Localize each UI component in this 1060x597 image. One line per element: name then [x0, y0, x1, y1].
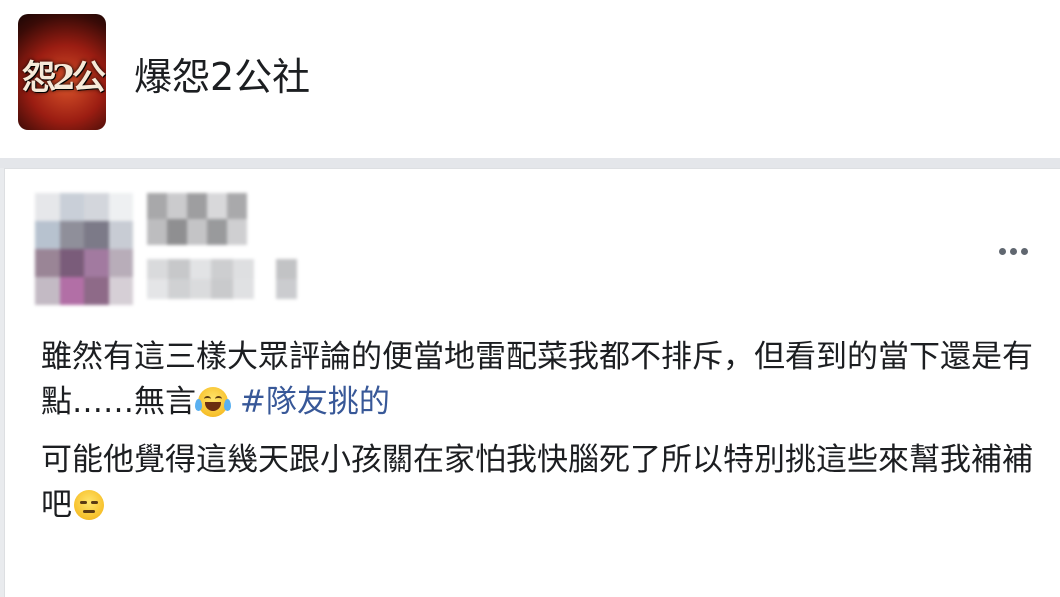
- more-horizontal-icon: [998, 247, 1006, 255]
- author-avatar-pixelated[interactable]: [35, 193, 133, 305]
- post-body: 雖然有這三樣大眾評論的便當地雷配菜我都不排斥，但看到的當下還是有點……無言 #隊…: [41, 335, 1051, 528]
- group-name[interactable]: 爆怨2公社: [134, 46, 310, 101]
- hashtag-link[interactable]: #隊友挑的: [240, 384, 390, 420]
- face-with-tears-of-joy-icon: [195, 387, 231, 417]
- group-header: 怨2公 爆怨2公社: [0, 0, 1060, 158]
- group-logo[interactable]: 怨2公: [18, 14, 106, 130]
- post-timestamp-pixelated[interactable]: [147, 259, 297, 299]
- post-card: 雖然有這三樣大眾評論的便當地雷配菜我都不排斥，但看到的當下還是有點……無言 #隊…: [4, 168, 1060, 597]
- post-paragraph-1: 雖然有這三樣大眾評論的便當地雷配菜我都不排斥，但看到的當下還是有點……無言 #隊…: [41, 335, 1051, 425]
- expressionless-face-icon: [74, 490, 104, 520]
- group-logo-text: 怨2公: [22, 58, 106, 98]
- header-divider: [0, 158, 1060, 168]
- post-paragraph-2: 可能他覺得這幾天跟小孩關在家怕我快腦死了所以特別挑這些來幫我補補吧: [41, 438, 1051, 528]
- post-paragraph-2-text: 可能他覺得這幾天跟小孩關在家怕我快腦死了所以特別挑這些來幫我補補吧: [41, 442, 1033, 523]
- more-options-button[interactable]: [991, 239, 1035, 263]
- post-paragraph-1-text: 雖然有這三樣大眾評論的便當地雷配菜我都不排斥，但看到的當下還是有點……無言: [41, 339, 1033, 420]
- author-name-pixelated[interactable]: [147, 193, 247, 245]
